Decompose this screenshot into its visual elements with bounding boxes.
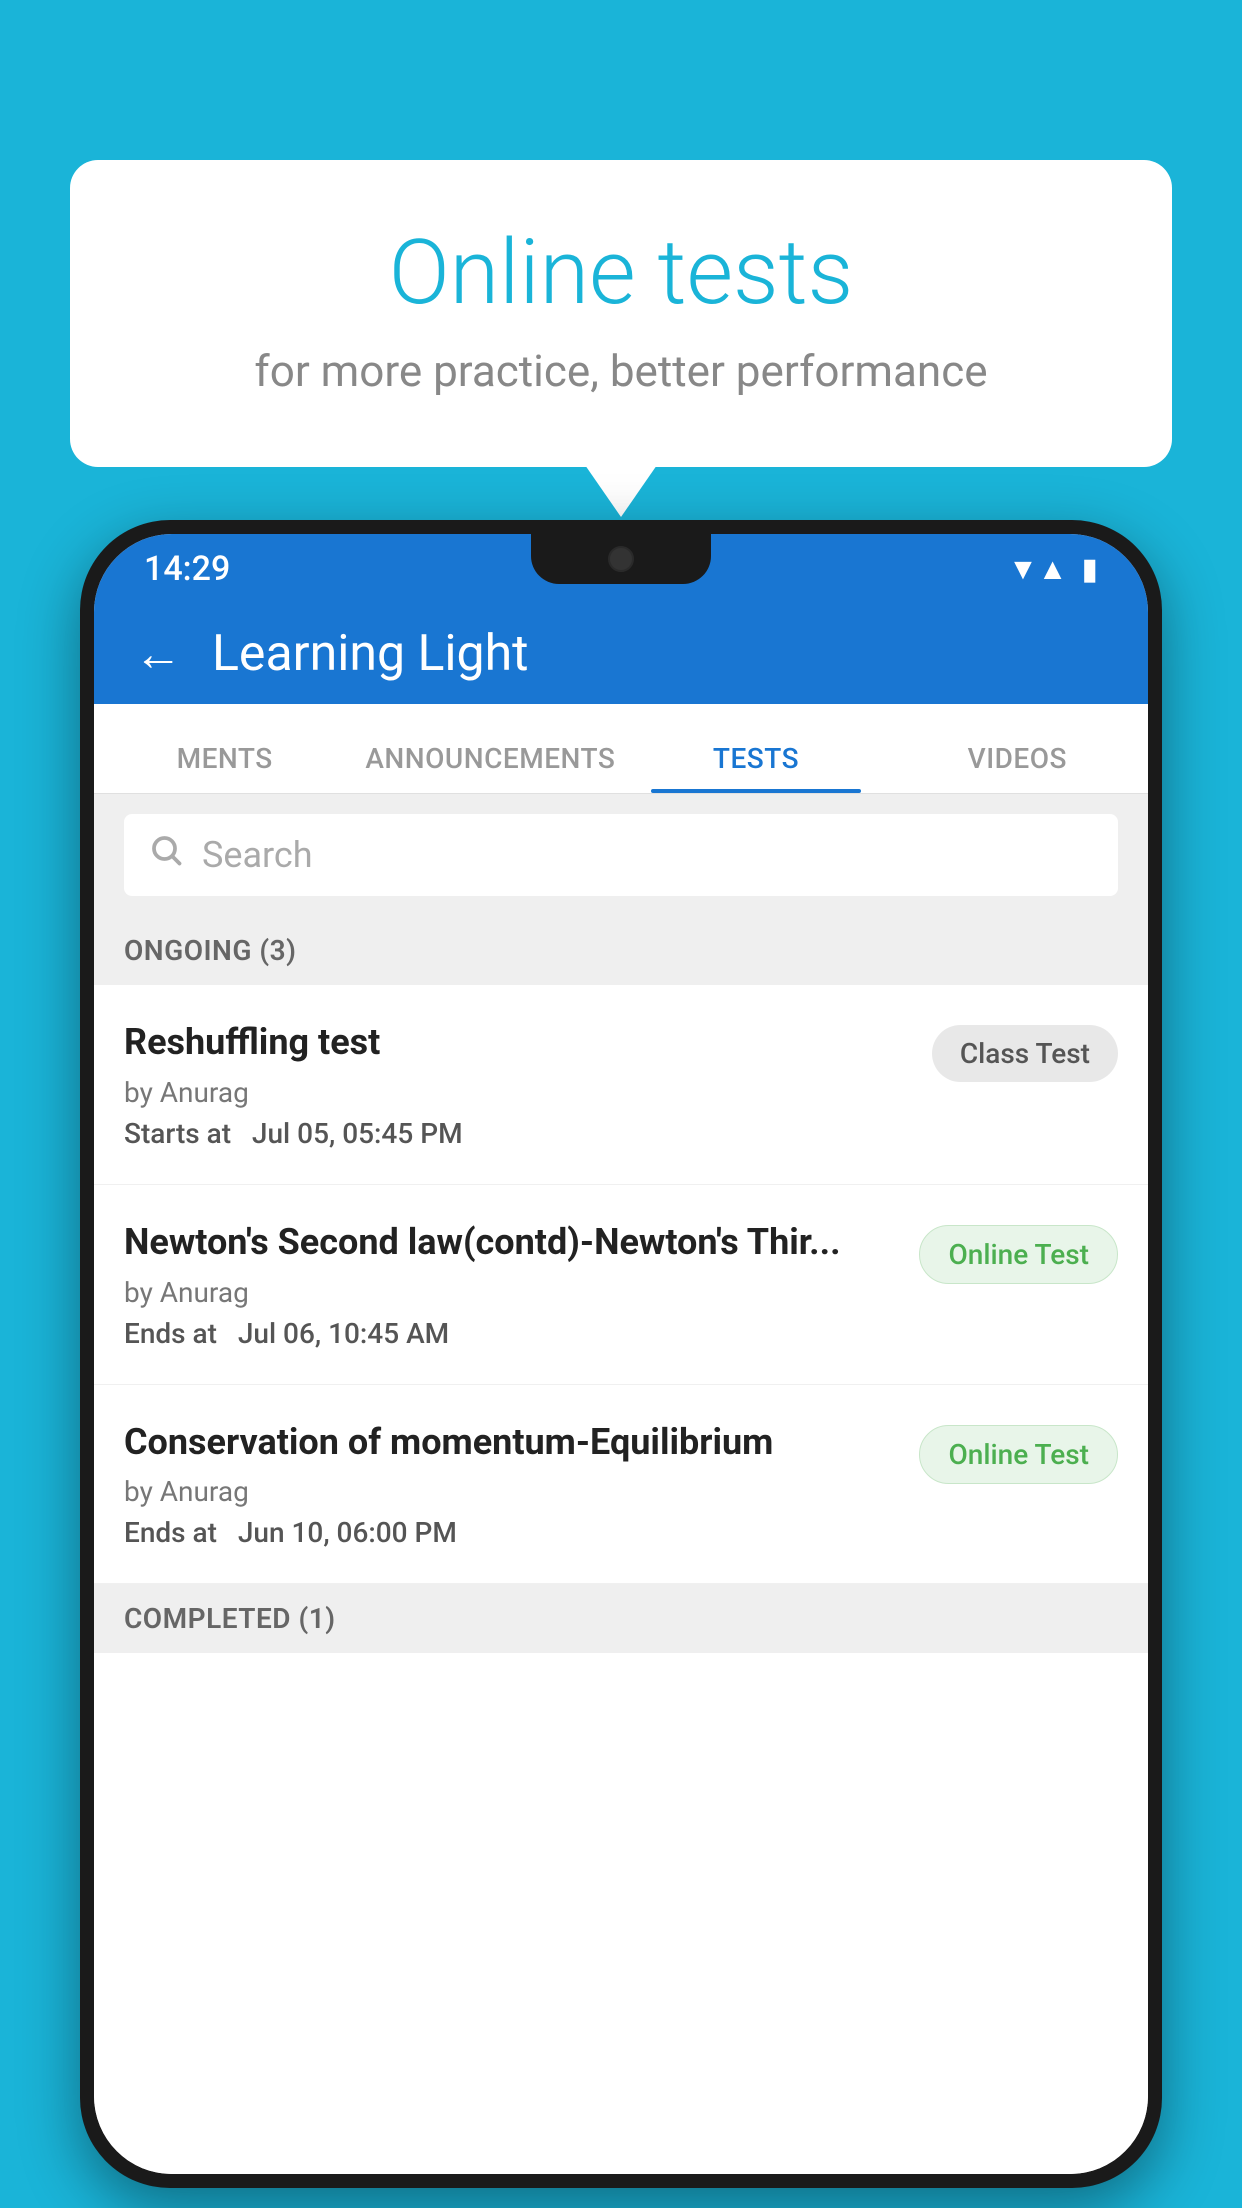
completed-section-header: COMPLETED (1): [94, 1584, 1148, 1653]
test-badge-3: Online Test: [919, 1425, 1118, 1484]
search-bar[interactable]: Search: [124, 814, 1118, 896]
tab-ments[interactable]: MENTS: [94, 742, 355, 793]
camera: [608, 546, 634, 572]
test-date-3: Ends at Jun 10, 06:00 PM: [124, 1516, 899, 1549]
ongoing-section-header: ONGOING (3): [94, 916, 1148, 985]
battery-icon: ▮: [1081, 552, 1098, 587]
tabs-bar: MENTS ANNOUNCEMENTS TESTS VIDEOS: [94, 704, 1148, 794]
test-date-value-1: Jul 05, 05:45 PM: [252, 1117, 463, 1150]
tab-tests[interactable]: TESTS: [625, 742, 886, 793]
test-by-2: by Anurag: [124, 1276, 899, 1309]
search-placeholder: Search: [202, 834, 313, 876]
tab-videos[interactable]: VIDEOS: [887, 742, 1148, 793]
test-date-value-2: Jul 06, 10:45 AM: [238, 1317, 449, 1350]
test-by-1: by Anurag: [124, 1076, 912, 1109]
test-by-3: by Anurag: [124, 1475, 899, 1508]
phone-screen: 14:29 ▼▲ ▮ ← Learning Light MENTS ANNOUN…: [94, 534, 1148, 2174]
status-time: 14:29: [144, 549, 230, 589]
app-title: Learning Light: [212, 625, 529, 683]
test-date-label-3: Ends at: [124, 1516, 217, 1549]
test-date-2: Ends at Jul 06, 10:45 AM: [124, 1317, 899, 1350]
test-info-1: Reshuffling test by Anurag Starts at Jul…: [124, 1019, 912, 1150]
test-badge-1: Class Test: [932, 1025, 1118, 1082]
search-container: Search: [94, 794, 1148, 916]
test-name-2: Newton's Second law(contd)-Newton's Thir…: [124, 1219, 899, 1266]
back-button[interactable]: ←: [134, 630, 182, 678]
test-date-label-2: Ends at: [124, 1317, 217, 1350]
app-bar: ← Learning Light: [94, 604, 1148, 704]
status-icons: ▼▲ ▮: [1008, 552, 1098, 587]
tab-announcements[interactable]: ANNOUNCEMENTS: [355, 742, 625, 793]
test-item-3[interactable]: Conservation of momentum-Equilibrium by …: [94, 1385, 1148, 1585]
tests-list: Reshuffling test by Anurag Starts at Jul…: [94, 985, 1148, 2174]
test-date-1: Starts at Jul 05, 05:45 PM: [124, 1117, 912, 1150]
phone-body: 14:29 ▼▲ ▮ ← Learning Light MENTS ANNOUN…: [80, 520, 1162, 2188]
phone-notch: [531, 534, 711, 584]
test-info-2: Newton's Second law(contd)-Newton's Thir…: [124, 1219, 899, 1350]
search-icon: [148, 832, 184, 878]
test-info-3: Conservation of momentum-Equilibrium by …: [124, 1419, 899, 1550]
test-date-value-3: Jun 10, 06:00 PM: [238, 1516, 457, 1549]
test-name-1: Reshuffling test: [124, 1019, 912, 1066]
bubble-subtitle: for more practice, better performance: [150, 345, 1092, 397]
test-date-label-1: Starts at: [124, 1117, 231, 1150]
speech-bubble: Online tests for more practice, better p…: [70, 160, 1172, 467]
test-name-3: Conservation of momentum-Equilibrium: [124, 1419, 899, 1466]
phone-mockup: 14:29 ▼▲ ▮ ← Learning Light MENTS ANNOUN…: [80, 520, 1162, 2188]
test-item-2[interactable]: Newton's Second law(contd)-Newton's Thir…: [94, 1185, 1148, 1385]
bubble-title: Online tests: [150, 220, 1092, 325]
test-badge-2: Online Test: [919, 1225, 1118, 1284]
wifi-icon: ▼▲: [1008, 552, 1067, 587]
test-item-1[interactable]: Reshuffling test by Anurag Starts at Jul…: [94, 985, 1148, 1185]
